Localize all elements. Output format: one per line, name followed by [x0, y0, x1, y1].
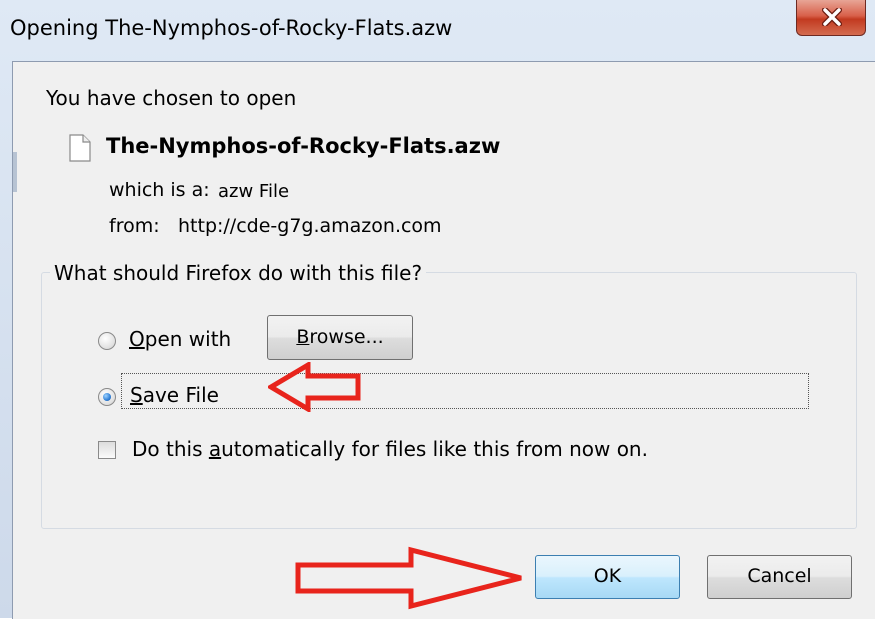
save-file-focus-rect: [121, 373, 809, 409]
cancel-button[interactable]: Cancel: [707, 555, 852, 599]
window-edge: [13, 152, 17, 192]
auto-action-label[interactable]: Do this automatically for files like thi…: [132, 437, 648, 461]
open-with-radio[interactable]: [98, 332, 116, 350]
open-with-mnemonic: O: [129, 327, 145, 351]
browse-label-rest: rowse...: [309, 326, 384, 348]
open-with-label[interactable]: Open with: [129, 327, 231, 351]
auto-label-part1: Do this: [132, 437, 209, 461]
file-type-value: azw File: [218, 181, 290, 202]
red-arrow-right-icon: [295, 546, 522, 610]
save-file-label-rest: ave File: [142, 383, 219, 407]
browse-mnemonic: B: [296, 326, 310, 348]
dialog-body: You have chosen to open The-Nymphos-of-R…: [12, 61, 875, 619]
auto-action-checkbox[interactable]: [98, 441, 116, 459]
file-icon: [69, 134, 91, 162]
open-with-label-rest: pen with: [144, 327, 232, 351]
file-name: The-Nymphos-of-Rocky-Flats.azw: [106, 134, 501, 158]
file-open-dialog: Opening The-Nymphos-of-Rocky-Flats.azw Y…: [0, 0, 875, 619]
save-file-mnemonic: S: [130, 383, 143, 407]
close-button[interactable]: [796, 0, 866, 36]
file-type-label: which is a:: [109, 179, 210, 201]
browse-button[interactable]: Browse...: [267, 315, 413, 360]
window-title: Opening The-Nymphos-of-Rocky-Flats.azw: [10, 16, 453, 40]
red-arrow-left-icon: [268, 362, 361, 412]
title-bar[interactable]: Opening The-Nymphos-of-Rocky-Flats.azw: [0, 0, 875, 58]
auto-mnemonic: a: [208, 437, 222, 461]
close-icon: [822, 8, 842, 26]
source-url: http://cde-g7g.amazon.com: [178, 215, 442, 237]
ok-button[interactable]: OK: [535, 555, 680, 599]
save-file-radio[interactable]: [98, 388, 116, 406]
auto-label-part2: utomatically for files like this from no…: [221, 437, 648, 461]
action-group-legend: What should Firefox do with this file?: [50, 261, 427, 285]
intro-text: You have chosen to open: [46, 86, 297, 110]
save-file-label[interactable]: Save File: [130, 383, 219, 407]
source-label: from:: [109, 215, 160, 237]
